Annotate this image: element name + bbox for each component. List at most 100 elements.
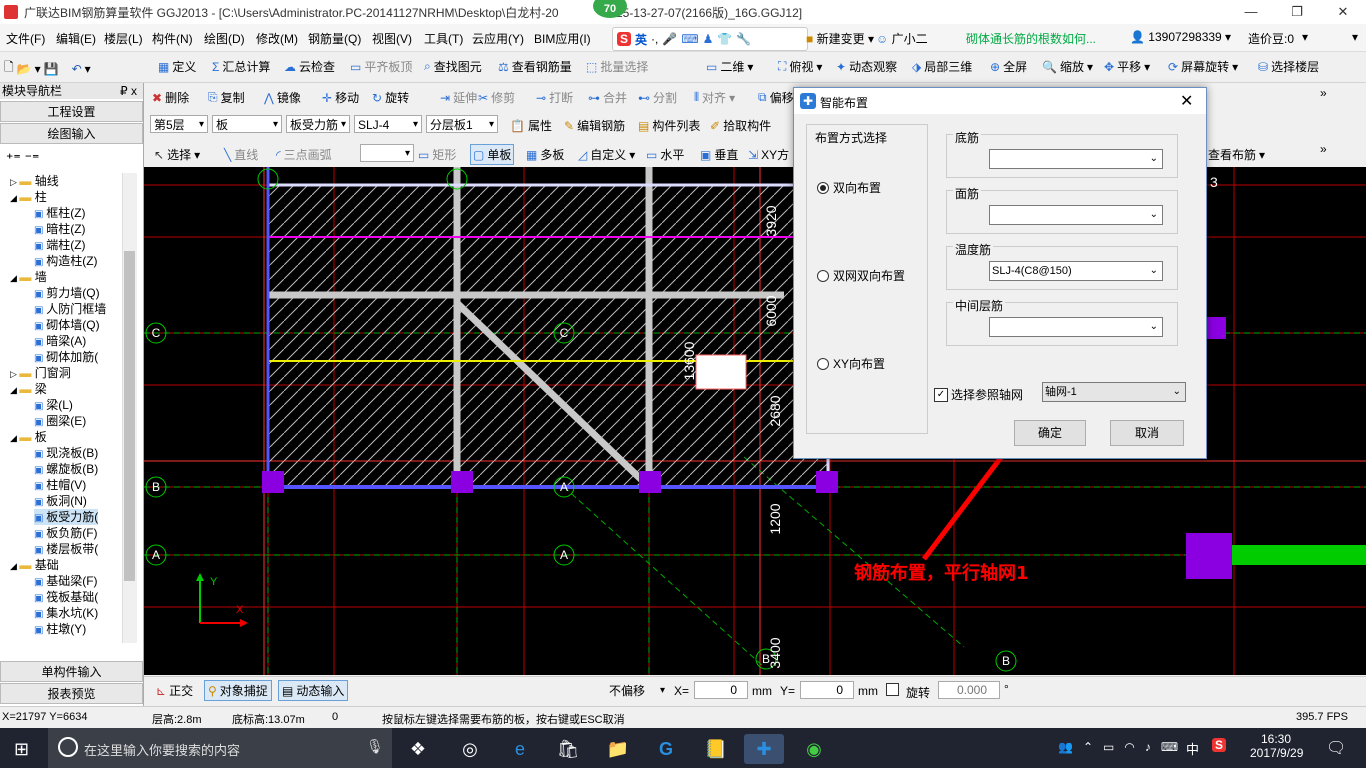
rotate-checkbox[interactable] [886, 683, 899, 696]
cancel-button[interactable]: 取消 [1110, 420, 1184, 446]
menu-assistant[interactable]: ☺ 广小二 [876, 30, 928, 47]
draw-tool-button[interactable]: ◿ 自定义 ▾ [578, 146, 635, 163]
file-quick-tools[interactable]: 🗋 📂 ▾ 💾 ↶ ▾ [4, 58, 91, 79]
edit-tool-button[interactable]: ⊷ 分割 [638, 89, 677, 106]
toolbar-button[interactable]: ✦ 动态观察 [836, 58, 897, 75]
tree-leaf-item[interactable]: ▣ 圈梁(E) [34, 413, 86, 429]
tree-leaf-item[interactable]: ▣ 剪力墙(Q) [34, 285, 100, 301]
task-view-icon[interactable]: ❖ [398, 734, 438, 764]
extra-menu[interactable]: ▾ [1302, 30, 1308, 44]
save-icon[interactable]: 💾 [44, 62, 59, 76]
edge-icon[interactable]: e [500, 734, 540, 764]
tree-leaf-item[interactable]: ▣ 基础梁(F) [34, 573, 98, 589]
type-select[interactable]: 板 [212, 115, 282, 134]
menu-item[interactable]: 工具(T) [424, 30, 463, 47]
drawing-input-button[interactable]: 绘图输入 [0, 123, 143, 144]
keyboard-icon[interactable]: ⌨ [681, 32, 698, 46]
tree-leaf-item[interactable]: ▣ 砌体墙(Q) [34, 317, 100, 333]
toolbar-button[interactable]: ▭ 二维 ▾ [706, 58, 753, 75]
layer-select[interactable]: 分层板1 [426, 115, 498, 134]
new-file-icon[interactable]: 🗋 [4, 58, 14, 79]
toolbar-button[interactable]: ⌕ 查找图元 [424, 58, 482, 75]
tree-leaf-item[interactable]: ▣ 楼层板带( [34, 541, 98, 557]
draw-tool-button[interactable]: ▦ 多板 [526, 146, 564, 163]
toolbar-overflow-icon[interactable]: » [1320, 142, 1327, 156]
dynamic-input-toggle[interactable]: ▤ 动态输入 [278, 680, 349, 701]
skin-icon[interactable]: ♟ [703, 32, 714, 46]
toolbar-button[interactable]: ▦ 定义 [158, 58, 196, 75]
ref-grid-combo[interactable]: 轴网-1 ⌄ [1042, 382, 1186, 402]
menu-item[interactable]: BIM应用(I) [534, 30, 591, 47]
toolbar-button[interactable]: ⬗ 局部三维 [912, 58, 972, 75]
edit-tool-button[interactable]: ⋀ 镜像 [264, 89, 301, 106]
edit-tool-button[interactable]: ⊶ 合并 [588, 89, 627, 106]
object-snap-toggle[interactable]: ⚲ 对象捕捉 [204, 680, 272, 701]
system-tray[interactable]: 👥 ⌃ ▭ ◠ ♪ ⌨ [1058, 740, 1178, 754]
tree-leaf-item[interactable]: ▣ 暗梁(A) [34, 333, 86, 349]
menu-new-change[interactable]: ■ 新建变更 ▾ [806, 30, 874, 47]
ok-button[interactable]: 确定 [1014, 420, 1086, 446]
taskbar-search[interactable]: 在这里输入你要搜索的内容 🎙 [48, 728, 392, 768]
ortho-toggle[interactable]: ⊾ 正交 [156, 682, 193, 699]
edit-tool-button[interactable]: ⇥ 延伸 [440, 89, 477, 106]
tree-expander-icon[interactable]: ▷ [10, 177, 19, 187]
toolbar-button[interactable]: ▭ 平齐板顶 [350, 58, 412, 75]
notes-icon[interactable]: 📒 [696, 734, 736, 764]
tree-leaf-item[interactable]: ▣ 柱墩(Y) [34, 621, 86, 637]
ime-english-icon[interactable]: 英 [635, 31, 647, 48]
draw-tool-button[interactable]: ▭ 矩形 [418, 146, 456, 163]
report-preview-button[interactable]: 报表预览 [0, 683, 143, 704]
tree-leaf-item[interactable]: ▣ 现浇板(B) [34, 445, 98, 461]
draw-tool-button[interactable]: ⇲ XY方 [748, 146, 789, 163]
tree-leaf-item[interactable]: ▣ 柱帽(V) [34, 477, 86, 493]
windows-start-icon[interactable]: ⊞ [14, 739, 29, 760]
input-lang[interactable]: 中 [1186, 739, 1199, 758]
checkbox-checked-icon[interactable]: ✓ [934, 387, 948, 402]
network-icon[interactable]: ◠ [1124, 740, 1134, 754]
x-input[interactable]: 0 [694, 681, 748, 699]
tree-folder-item[interactable]: ▷ ▬ 轴线 [10, 173, 59, 189]
component-tool-button[interactable]: ✎ 编辑钢筋 [564, 117, 625, 134]
toolbar-button[interactable]: ⚖ 查看钢筋量 [498, 58, 572, 75]
draw-tool-button[interactable]: ▭ 水平 [646, 146, 684, 163]
tree-expander-icon[interactable]: ◢ [10, 193, 19, 203]
temperature-rebar-combo[interactable]: SLJ-4(C8@150) ⌄ [989, 261, 1163, 281]
floor-select[interactable]: 第5层 [150, 115, 208, 134]
price-beans[interactable]: 造价豆:0 [1248, 30, 1294, 47]
battery-icon[interactable]: ▭ [1103, 740, 1114, 754]
tree-leaf-item[interactable]: ▣ 板受力筋( [34, 509, 99, 525]
edit-tool-button[interactable]: ✛ 移动 [322, 89, 359, 106]
tree-leaf-item[interactable]: ▣ 板洞(N) [34, 493, 87, 509]
y-input[interactable]: 0 [800, 681, 854, 699]
select-tool[interactable]: ↖ 选择 ▾ [154, 146, 200, 163]
option-double-net[interactable]: 双网双向布置 [817, 267, 905, 284]
edit-tool-button[interactable]: ⎘ 复制 [208, 89, 245, 106]
tree-leaf-item[interactable]: ▣ 板负筋(F) [34, 525, 98, 541]
name-select[interactable]: SLJ-4 [354, 115, 422, 134]
minimize-button[interactable]: — [1228, 0, 1274, 24]
expand-all-icon[interactable]: ⁺⁼ ⁻⁼ [6, 150, 39, 167]
keyboard-icon[interactable]: ⌨ [1161, 740, 1178, 754]
people-icon[interactable]: 👥 [1058, 740, 1073, 754]
edit-tool-button[interactable]: ⫴ 对齐 ▾ [694, 89, 735, 106]
ggj-app-icon[interactable]: ✚ [744, 734, 784, 764]
edit-tool-button[interactable]: ⊸ 打断 [536, 89, 573, 106]
radio-xy[interactable] [817, 357, 829, 370]
ime-punct-icon[interactable]: ·, [651, 32, 658, 46]
store-icon[interactable]: 🛍 [548, 734, 588, 764]
tree-expander-icon[interactable]: ◢ [10, 433, 19, 443]
menu-item[interactable]: 钢筋量(Q) [308, 30, 361, 47]
tree-leaf-item[interactable]: ▣ 筏板基础( [34, 589, 98, 605]
wrench-icon[interactable]: 🔧 [736, 32, 751, 46]
component-tool-button[interactable]: ✐ 拾取构件 [710, 117, 771, 134]
top-rebar-combo[interactable]: ⌄ [989, 205, 1163, 225]
glodon-g-icon[interactable]: G [646, 734, 686, 764]
toolbar2-overflow-icon[interactable]: » [1320, 86, 1327, 100]
menu-item[interactable]: 视图(V) [372, 30, 412, 47]
component-tool-button[interactable]: ▤ 构件列表 [638, 117, 700, 134]
panel-toggle[interactable]: ▾ [1352, 30, 1358, 44]
glodon-cloud-icon[interactable]: ◎ [450, 734, 490, 764]
middle-rebar-combo[interactable]: ⌄ [989, 317, 1163, 337]
arc-mode-select[interactable] [360, 144, 414, 163]
single-component-button[interactable]: 单构件输入 [0, 661, 143, 682]
